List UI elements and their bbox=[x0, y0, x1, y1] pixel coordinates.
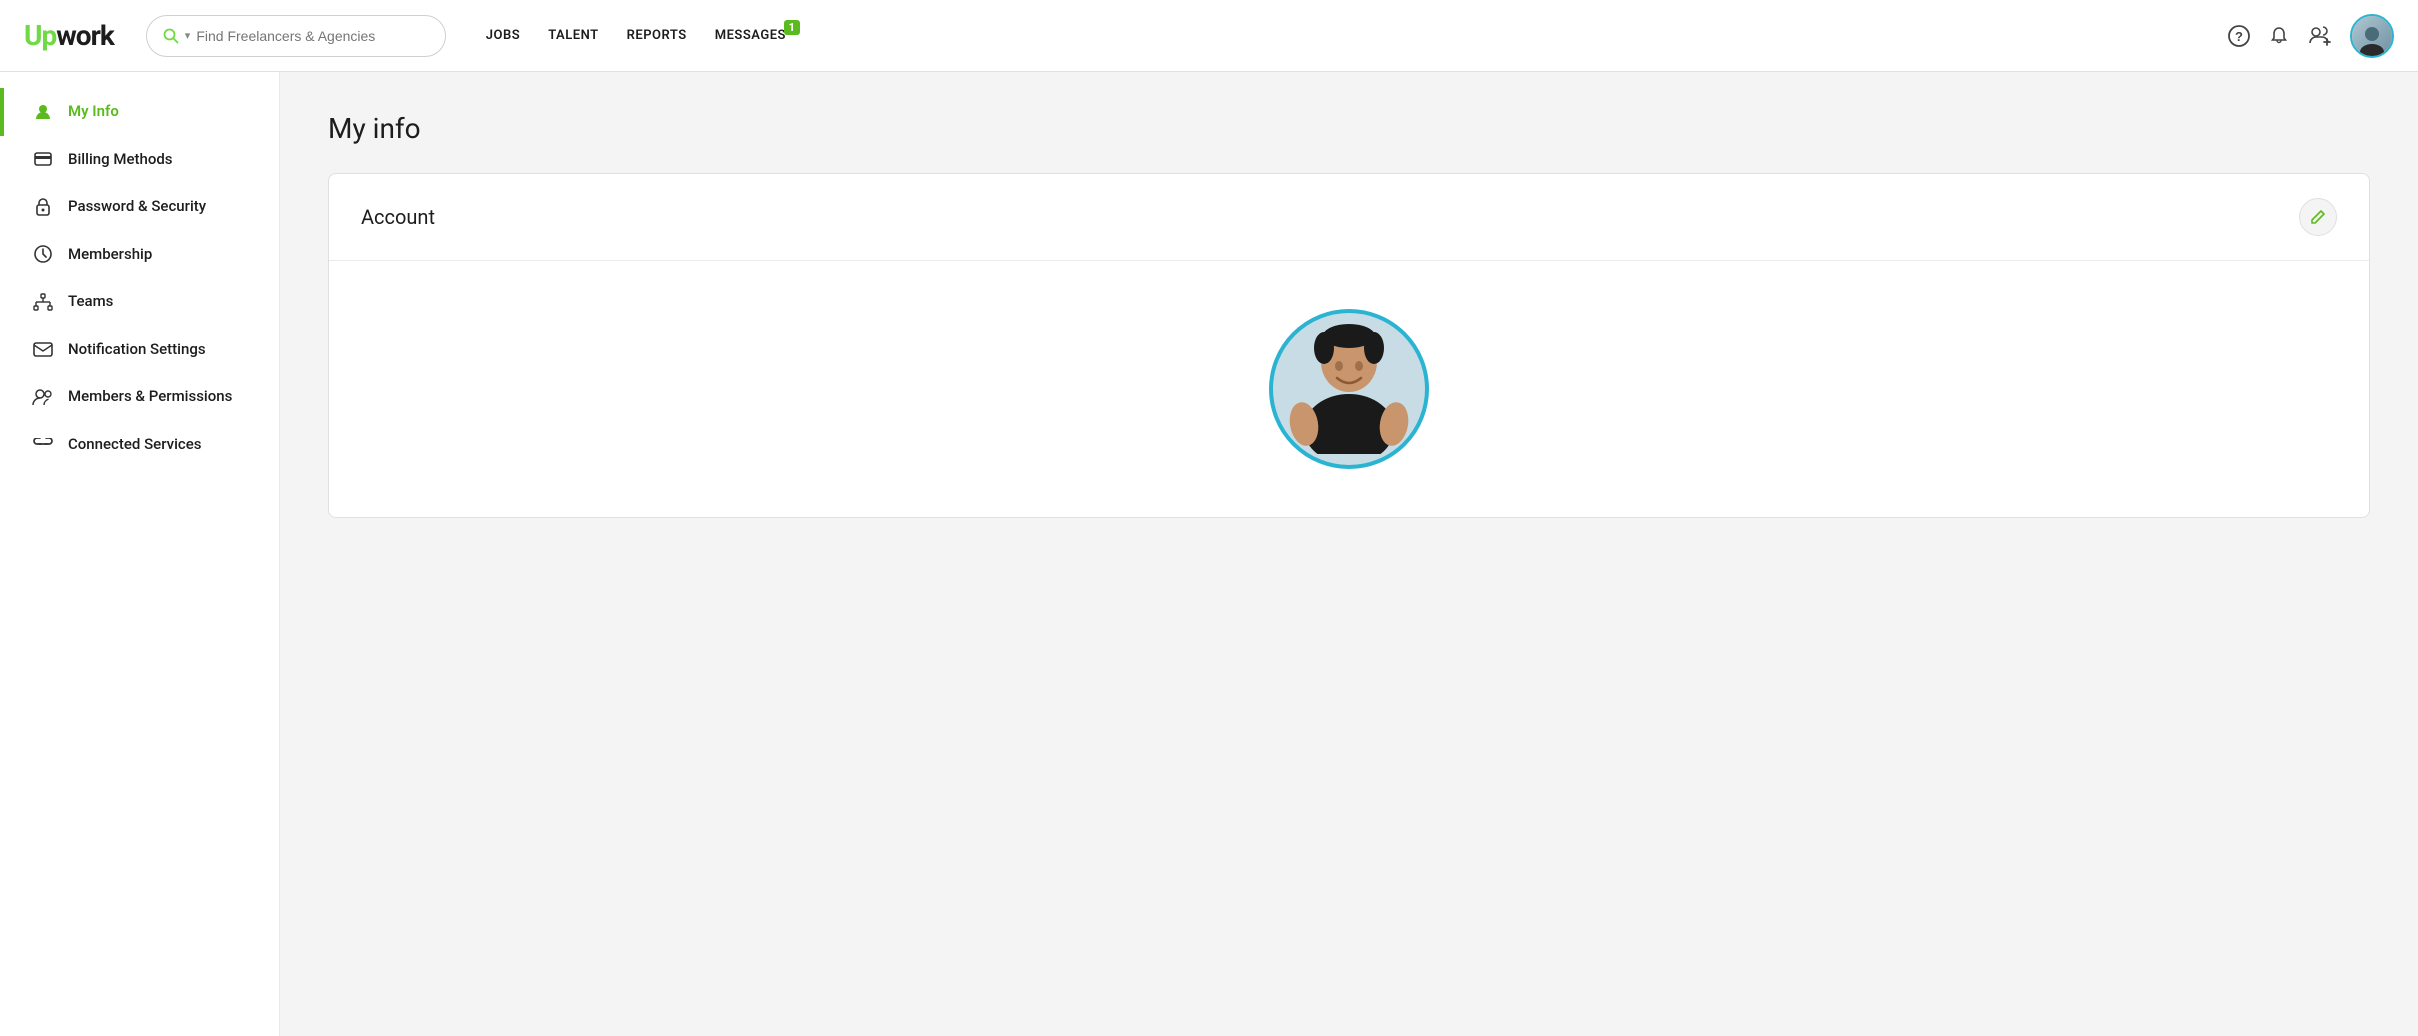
main-content: My info Account bbox=[280, 72, 2418, 1036]
sidebar-item-notification-settings[interactable]: Notification Settings bbox=[0, 326, 279, 374]
sidebar-item-billing-methods[interactable]: Billing Methods bbox=[0, 136, 279, 184]
teams-icon bbox=[32, 293, 54, 311]
sidebar-item-password-security[interactable]: Password & Security bbox=[0, 183, 279, 231]
nav-jobs[interactable]: JOBS bbox=[486, 28, 520, 43]
search-icon bbox=[163, 28, 179, 44]
lock-icon bbox=[32, 198, 54, 216]
messages-badge: 1 bbox=[784, 20, 800, 35]
svg-text:?: ? bbox=[2235, 29, 2243, 44]
clock-icon bbox=[32, 245, 54, 263]
members-icon bbox=[32, 388, 54, 406]
profile-avatar[interactable] bbox=[1269, 309, 1429, 469]
page-layout: My Info Billing Methods Password & Se bbox=[0, 72, 2418, 1036]
sidebar-item-membership[interactable]: Membership bbox=[0, 231, 279, 279]
sidebar-connected-label: Connected Services bbox=[68, 435, 201, 455]
sidebar-item-my-info[interactable]: My Info bbox=[0, 88, 279, 136]
logo[interactable]: Upwork bbox=[24, 19, 114, 52]
top-navigation: Upwork ▾ JOBS TALENT REPORTS MESSAGES 1 … bbox=[0, 0, 2418, 72]
nav-messages[interactable]: MESSAGES bbox=[715, 28, 786, 43]
sidebar-item-connected-services[interactable]: Connected Services bbox=[0, 421, 279, 469]
sidebar: My Info Billing Methods Password & Se bbox=[0, 72, 280, 1036]
logo-up: Up bbox=[24, 19, 56, 52]
link-icon bbox=[32, 438, 54, 450]
nav-reports[interactable]: REPORTS bbox=[627, 28, 687, 43]
card-header: Account bbox=[329, 174, 2369, 261]
avatar-image bbox=[2352, 16, 2392, 56]
nav-icons: ? bbox=[2228, 14, 2394, 58]
nav-links: JOBS TALENT REPORTS MESSAGES 1 bbox=[486, 28, 786, 43]
sidebar-teams-label: Teams bbox=[68, 292, 113, 312]
card-section-title: Account bbox=[361, 205, 435, 229]
person-icon bbox=[32, 103, 54, 121]
search-chevron-icon: ▾ bbox=[185, 29, 191, 42]
search-bar[interactable]: ▾ bbox=[146, 15, 446, 57]
sidebar-my-info-label: My Info bbox=[68, 102, 119, 122]
card-body bbox=[329, 261, 2369, 517]
search-input[interactable] bbox=[196, 28, 428, 44]
page-title: My info bbox=[328, 112, 2370, 145]
sidebar-item-teams[interactable]: Teams bbox=[0, 278, 279, 326]
account-card: Account bbox=[328, 173, 2370, 518]
user-avatar[interactable] bbox=[2350, 14, 2394, 58]
nav-messages-wrap[interactable]: MESSAGES 1 bbox=[715, 28, 786, 43]
sidebar-membership-label: Membership bbox=[68, 245, 152, 265]
edit-account-button[interactable] bbox=[2299, 198, 2337, 236]
help-button[interactable]: ? bbox=[2228, 25, 2250, 47]
nav-talent[interactable]: TALENT bbox=[548, 28, 598, 43]
sidebar-notification-label: Notification Settings bbox=[68, 340, 206, 360]
sidebar-members-label: Members & Permissions bbox=[68, 387, 232, 407]
logo-text: Upwork bbox=[24, 19, 114, 52]
sidebar-password-label: Password & Security bbox=[68, 197, 206, 217]
sidebar-item-members-permissions[interactable]: Members & Permissions bbox=[0, 373, 279, 421]
sidebar-billing-label: Billing Methods bbox=[68, 150, 173, 170]
notifications-button[interactable] bbox=[2268, 25, 2290, 47]
logo-work: work bbox=[56, 19, 114, 52]
billing-icon bbox=[32, 152, 54, 166]
add-user-button[interactable] bbox=[2308, 25, 2332, 47]
envelope-icon bbox=[32, 342, 54, 357]
